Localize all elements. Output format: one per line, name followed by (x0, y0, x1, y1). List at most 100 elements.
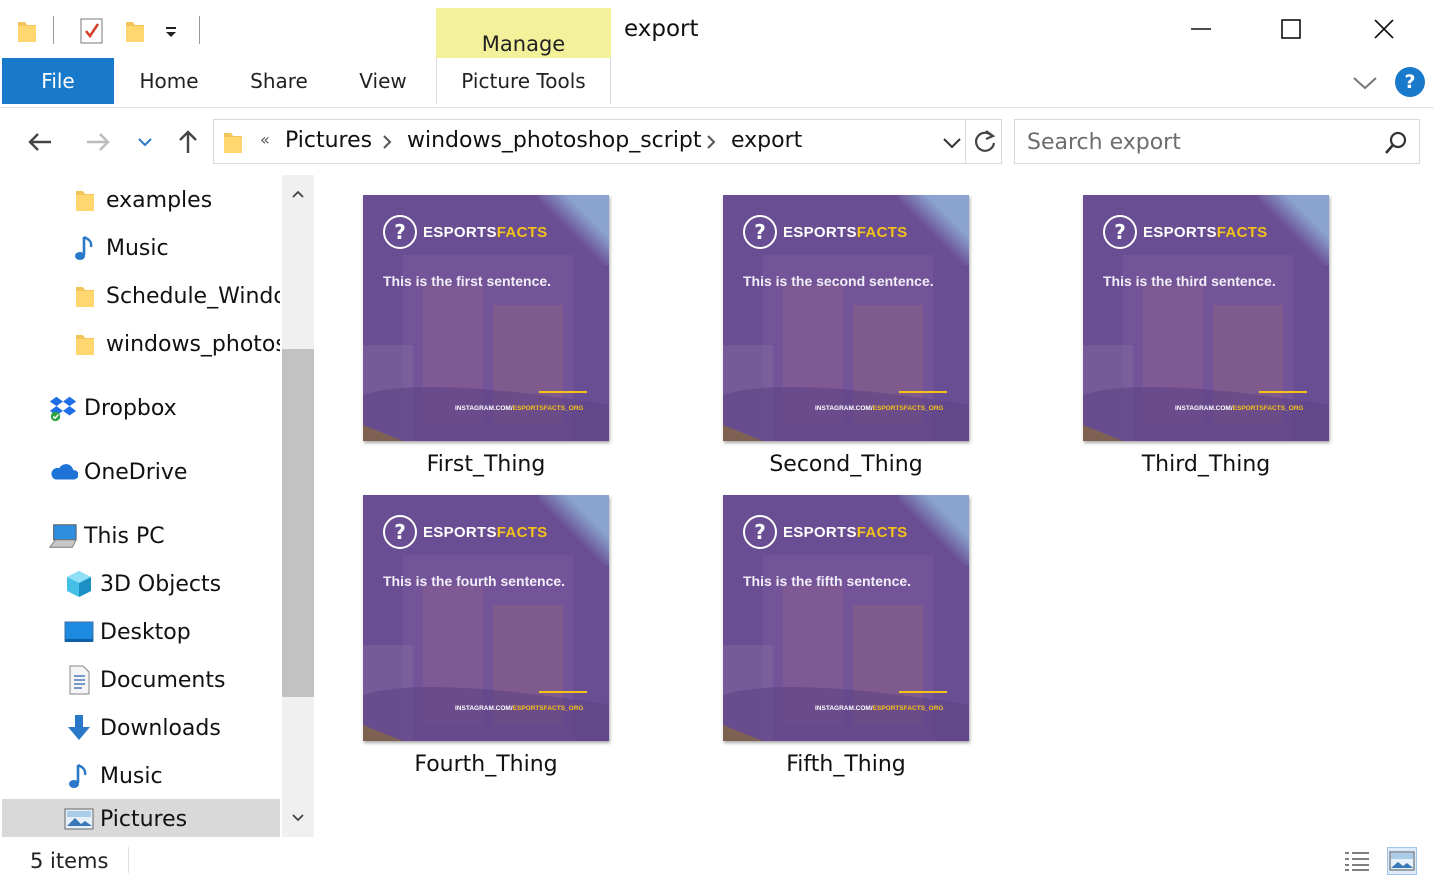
thumbnail-accent-line (899, 691, 947, 693)
nav-item-music[interactable]: Music (70, 225, 280, 271)
thumbnail-corner (539, 495, 609, 565)
title-bar: Manage export (0, 0, 1434, 58)
help-button[interactable]: ? (1395, 67, 1425, 97)
file-item-third-thing[interactable]: ? ESPORTSFACTS This is the third sentenc… (1038, 175, 1358, 477)
nav-item-label: OneDrive (84, 459, 188, 485)
maximize-button[interactable] (1268, 6, 1314, 52)
brand-name-main: ESPORTS (423, 523, 497, 541)
brand-name-main: ESPORTS (1143, 223, 1217, 241)
recent-locations-button[interactable] (130, 122, 160, 162)
details-view-button[interactable] (1342, 847, 1372, 875)
file-name: Third_Thing (1141, 452, 1271, 477)
large-icons-view-icon (1389, 851, 1415, 871)
file-item-fifth-thing[interactable]: ? ESPORTSFACTS This is the fifth sentenc… (678, 475, 998, 777)
breadcrumb-export[interactable]: export (731, 128, 802, 153)
scroll-up-button[interactable] (282, 179, 314, 209)
folder-icon (70, 329, 100, 359)
file-list: ? ESPORTSFACTS This is the first sentenc… (318, 175, 1434, 837)
expand-ribbon-button[interactable] (1350, 68, 1380, 98)
help-icon: ? (1404, 71, 1416, 93)
nav-item-this-pc[interactable]: This PC (48, 513, 280, 559)
item-count: 5 items (30, 849, 109, 873)
file-name: Second_Thing (769, 452, 923, 477)
minimize-icon (1191, 28, 1211, 30)
thumbnail-sentence: This is the fifth sentence. (743, 573, 912, 589)
footer-main: INSTAGRAM.COM/ (815, 405, 873, 412)
customize-qat-icon[interactable] (164, 24, 178, 43)
brand-name: ESPORTSFACTS (783, 524, 907, 541)
folder-icon (70, 281, 100, 311)
navigation-pane: examples Music Schedule_Windo windows_ph… (0, 175, 316, 837)
search-icon[interactable] (1383, 130, 1409, 160)
nav-item-label: Pictures (100, 806, 188, 832)
nav-item-pictures[interactable]: Pictures (2, 799, 280, 837)
tab-view[interactable]: View (336, 58, 430, 104)
address-divider (965, 120, 966, 163)
breadcrumb-overflow[interactable]: « (260, 130, 270, 149)
refresh-button[interactable] (972, 129, 998, 159)
brand-name-main: ESPORTS (783, 223, 857, 241)
thumbnail-sentence: This is the fourth sentence. (383, 573, 566, 589)
breadcrumb-windows-photoshop-script[interactable]: windows_photoshop_script (407, 128, 702, 153)
nav-item-3d-objects[interactable]: 3D Objects (64, 561, 280, 607)
up-button[interactable] (170, 122, 206, 162)
file-name: First_Thing (426, 452, 546, 477)
nav-item-onedrive[interactable]: OneDrive (48, 449, 280, 495)
search-box[interactable] (1014, 119, 1420, 164)
nav-item-examples[interactable]: examples (70, 177, 280, 223)
properties-icon[interactable] (80, 17, 104, 49)
forward-button[interactable] (80, 122, 116, 162)
question-mark-icon: ? (743, 515, 777, 549)
chevron-down-icon (138, 138, 152, 147)
footer-main: INSTAGRAM.COM/ (815, 705, 873, 712)
file-item-fourth-thing[interactable]: ? ESPORTSFACTS This is the fourth senten… (318, 475, 638, 777)
question-mark-icon: ? (383, 515, 417, 549)
tab-home[interactable]: Home (116, 58, 222, 104)
footer-accent: ESPORTSFACTS_ORG (872, 705, 944, 712)
search-input[interactable] (1027, 127, 1367, 157)
tab-share[interactable]: Share (228, 58, 330, 104)
nav-item-label: Documents (100, 667, 226, 693)
breadcrumb-pictures[interactable]: Pictures (285, 128, 372, 153)
nav-item-music-pc[interactable]: Music (64, 753, 280, 799)
tab-file[interactable]: File (2, 58, 114, 104)
thumbnail-sentence: This is the third sentence. (1103, 273, 1276, 289)
nav-item-dropbox[interactable]: Dropbox (48, 385, 280, 431)
manage-context-tab[interactable]: Manage (436, 8, 611, 58)
address-bar[interactable]: « Pictures windows_photoshop_script expo… (213, 119, 1002, 164)
new-folder-icon[interactable] (124, 18, 146, 48)
nav-item-downloads[interactable]: Downloads (64, 705, 280, 751)
status-divider (128, 847, 129, 873)
desktop-icon (64, 617, 94, 647)
tab-picture-tools[interactable]: Picture Tools (436, 58, 611, 104)
navigation-scrollbar[interactable] (282, 175, 314, 837)
nav-item-label: examples (106, 187, 213, 213)
brand-name-accent: FACTS (1216, 223, 1268, 241)
file-item-second-thing[interactable]: ? ESPORTSFACTS This is the second senten… (678, 175, 998, 477)
scroll-down-button[interactable] (282, 803, 314, 833)
scroll-thumb[interactable] (282, 349, 314, 697)
large-icons-view-button[interactable] (1387, 847, 1417, 875)
nav-item-schedule-windows[interactable]: Schedule_Windo (70, 273, 280, 319)
chevron-right-icon[interactable] (706, 134, 716, 154)
brand-name-main: ESPORTS (423, 223, 497, 241)
nav-item-label: windows_photos (106, 331, 280, 357)
back-button[interactable] (22, 122, 58, 162)
nav-item-windows-photoshop[interactable]: windows_photos (70, 321, 280, 367)
brand-logo: ? ESPORTSFACTS (383, 515, 547, 549)
arrow-right-icon (87, 133, 110, 151)
minimize-button[interactable] (1178, 6, 1224, 52)
footer-accent: ESPORTSFACTS_ORG (1232, 405, 1304, 412)
close-button[interactable] (1361, 6, 1407, 52)
thumbnail-accent-line (1259, 391, 1307, 393)
nav-item-desktop[interactable]: Desktop (64, 609, 280, 655)
question-mark-icon: ? (383, 215, 417, 249)
question-mark-icon: ? (743, 215, 777, 249)
address-history-dropdown[interactable] (942, 135, 962, 154)
chevron-up-icon (292, 190, 304, 198)
file-name: Fourth_Thing (414, 752, 558, 777)
chevron-right-icon[interactable] (382, 134, 392, 154)
file-item-first-thing[interactable]: ? ESPORTSFACTS This is the first sentenc… (318, 175, 638, 477)
folder-icon (70, 185, 100, 215)
nav-item-documents[interactable]: Documents (64, 657, 280, 703)
